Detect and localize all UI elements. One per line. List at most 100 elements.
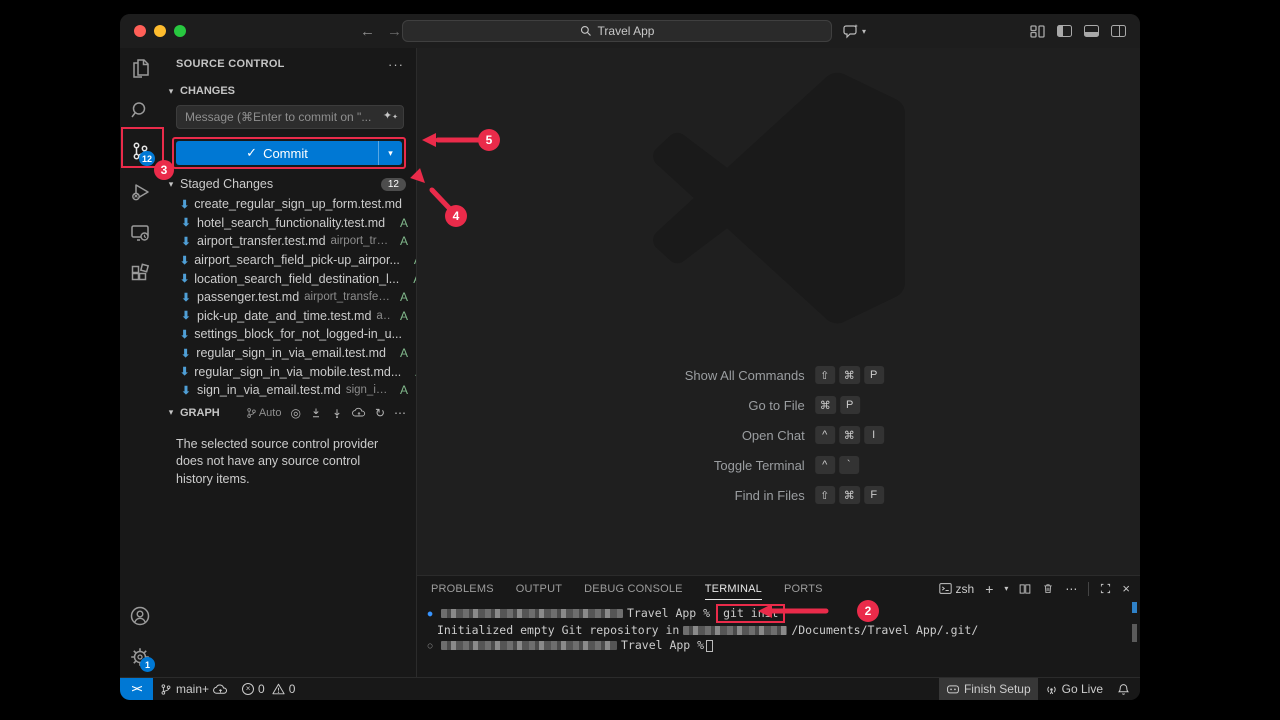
file-row[interactable]: ⬇sign_in_via_email.test.mdsign_in_fo...A xyxy=(160,381,416,400)
activity-explorer[interactable] xyxy=(120,48,160,89)
split-terminal-icon[interactable] xyxy=(1019,583,1031,595)
panel-tab-problems[interactable]: PROBLEMS xyxy=(431,576,494,601)
search-icon xyxy=(580,25,592,37)
file-name: create_regular_sign_up_form.test.md xyxy=(194,197,402,211)
refresh-icon[interactable]: ↻ xyxy=(375,406,385,420)
keycap: ` xyxy=(839,456,859,474)
back-icon[interactable]: ← xyxy=(360,23,375,40)
file-row[interactable]: ⬇pick-up_date_and_time.test.mdairp...A xyxy=(160,307,416,326)
customize-layout-icon[interactable] xyxy=(1030,25,1045,38)
new-terminal-icon[interactable]: + xyxy=(985,581,993,597)
forward-icon[interactable]: → xyxy=(387,23,402,40)
activity-account[interactable] xyxy=(120,595,160,636)
terminal-line: ○ Travel App % xyxy=(423,638,1140,653)
zoom-window-button[interactable] xyxy=(174,25,186,37)
file-row[interactable]: ⬇airport_transfer.test.mdairport_trans..… xyxy=(160,232,416,251)
generate-commit-message-icon[interactable]: ✦✦ xyxy=(383,109,398,122)
pull-icon[interactable] xyxy=(331,407,343,419)
toggle-primary-sidebar-icon[interactable] xyxy=(1057,25,1072,37)
status-bar: >< main+ × 0 0 xyxy=(120,677,1140,700)
file-row[interactable]: ⬇create_regular_sign_up_form.test.mdA xyxy=(160,195,416,214)
branch-icon xyxy=(160,683,172,696)
keycap: ^ xyxy=(815,426,835,444)
staged-changes-header[interactable]: ▾ Staged Changes 12 xyxy=(160,173,416,195)
git-status-added: A xyxy=(396,290,408,304)
file-row[interactable]: ⬇passenger.test.mdairport_transfer_s...A xyxy=(160,288,416,307)
activity-run-debug[interactable] xyxy=(120,171,160,212)
git-init-command: git init xyxy=(723,606,778,620)
file-row[interactable]: ⬇hotel_search_functionality.test.mdA xyxy=(160,214,416,233)
keycap: ⌘ xyxy=(815,396,836,414)
fetch-icon[interactable] xyxy=(310,407,322,419)
keycap: ⇧ xyxy=(815,366,835,384)
toggle-secondary-sidebar-icon[interactable] xyxy=(1111,25,1126,37)
git-status-added: A xyxy=(410,253,417,267)
toggle-panel-icon[interactable] xyxy=(1084,25,1099,37)
finish-setup-button[interactable]: Finish Setup xyxy=(939,678,1038,700)
more-actions-icon[interactable]: ⋯ xyxy=(394,406,406,420)
kill-terminal-icon[interactable] xyxy=(1042,582,1054,595)
chevron-down-icon[interactable]: ▾ xyxy=(1004,584,1008,593)
graph-empty-message: The selected source control provider doe… xyxy=(160,424,416,501)
activity-extensions[interactable] xyxy=(120,253,160,294)
commit-message-input[interactable] xyxy=(176,105,404,129)
terminal-scrollbar-marker xyxy=(1132,602,1137,613)
more-actions-icon[interactable]: ··· xyxy=(388,57,404,72)
copilot-menu-button[interactable]: ▾ xyxy=(843,23,866,39)
bell-icon xyxy=(1117,683,1130,696)
file-row[interactable]: ⬇settings_block_for_not_logged-in_u...A xyxy=(160,325,416,344)
terminal-scrollbar[interactable] xyxy=(1132,624,1137,642)
activity-search[interactable] xyxy=(120,89,160,130)
remote-indicator-button[interactable]: >< xyxy=(120,678,153,700)
panel-tab-debug-console[interactable]: DEBUG CONSOLE xyxy=(584,576,683,601)
panel-tab-ports[interactable]: PORTS xyxy=(784,576,823,601)
shell-session-button[interactable]: zsh xyxy=(939,582,975,596)
annotation-rect-git-init: git init xyxy=(716,604,785,623)
search-project-label: Travel App xyxy=(598,24,655,38)
chevron-down-icon: ▾ xyxy=(164,86,178,97)
markdown-file-icon: ⬇ xyxy=(180,309,192,322)
markdown-file-icon: ⬇ xyxy=(180,198,189,211)
target-icon[interactable]: ◎ xyxy=(290,406,300,420)
graph-section-header[interactable]: ▾ GRAPH Auto ◎ xyxy=(160,402,416,424)
file-row[interactable]: ⬇regular_sign_in_via_email.test.mdsi...A xyxy=(160,344,416,363)
minimize-window-button[interactable] xyxy=(154,25,166,37)
account-icon xyxy=(128,604,152,628)
panel-tab-terminal[interactable]: TERMINAL xyxy=(705,576,762,601)
branch-button[interactable]: main+ xyxy=(153,678,235,700)
redacted-text xyxy=(441,641,617,650)
keycap: ⌘ xyxy=(839,426,860,444)
commit-button[interactable]: ✓ Commit ▾ xyxy=(176,141,402,165)
terminal-output[interactable]: ● Travel App % git init Initialized empt… xyxy=(417,601,1140,653)
file-row[interactable]: ⬇location_search_field_destination_l...A xyxy=(160,269,416,288)
auto-branch-toggle[interactable]: Auto xyxy=(246,407,282,419)
shortcut-keys: ⇧⌘F xyxy=(815,486,884,504)
file-row[interactable]: ⬇regular_sign_in_via_mobile.test.md...A xyxy=(160,362,416,381)
copilot-chat-icon xyxy=(843,23,859,39)
file-row[interactable]: ⬇airport_search_field_pick-up_airpor...A xyxy=(160,251,416,270)
close-panel-icon[interactable]: × xyxy=(1122,581,1130,596)
file-name: regular_sign_in_via_email.test.md xyxy=(196,346,386,360)
changes-section-header[interactable]: ▾ CHANGES xyxy=(160,80,416,102)
copilot-robot-icon xyxy=(946,683,960,695)
command-success-dot: ● xyxy=(423,606,437,621)
activity-remote-explorer[interactable] xyxy=(120,212,160,253)
command-center-search[interactable]: Travel App xyxy=(402,20,832,42)
problems-button[interactable]: × 0 0 xyxy=(235,678,302,700)
keyboard-shortcuts-list: Show All Commands⇧⌘PGo to File⌘POpen Cha… xyxy=(525,360,995,510)
activity-settings[interactable]: 1 xyxy=(120,636,160,677)
keycap: I xyxy=(864,426,884,444)
notifications-button[interactable] xyxy=(1110,678,1140,700)
cloud-icon[interactable] xyxy=(352,407,366,418)
close-window-button[interactable] xyxy=(134,25,146,37)
file-name: location_search_field_destination_l... xyxy=(194,272,399,286)
more-actions-icon[interactable]: ⋯ xyxy=(1065,582,1077,596)
panel-tab-output[interactable]: OUTPUT xyxy=(516,576,562,601)
staged-count-badge: 12 xyxy=(381,178,406,191)
search-icon xyxy=(128,98,152,122)
file-path-desc: airport_transfer_s... xyxy=(304,291,391,303)
maximize-panel-icon[interactable] xyxy=(1100,583,1111,594)
commit-dropdown-icon[interactable]: ▾ xyxy=(378,141,402,165)
file-path-desc: airp... xyxy=(376,310,391,322)
go-live-button[interactable]: Go Live xyxy=(1038,678,1110,700)
